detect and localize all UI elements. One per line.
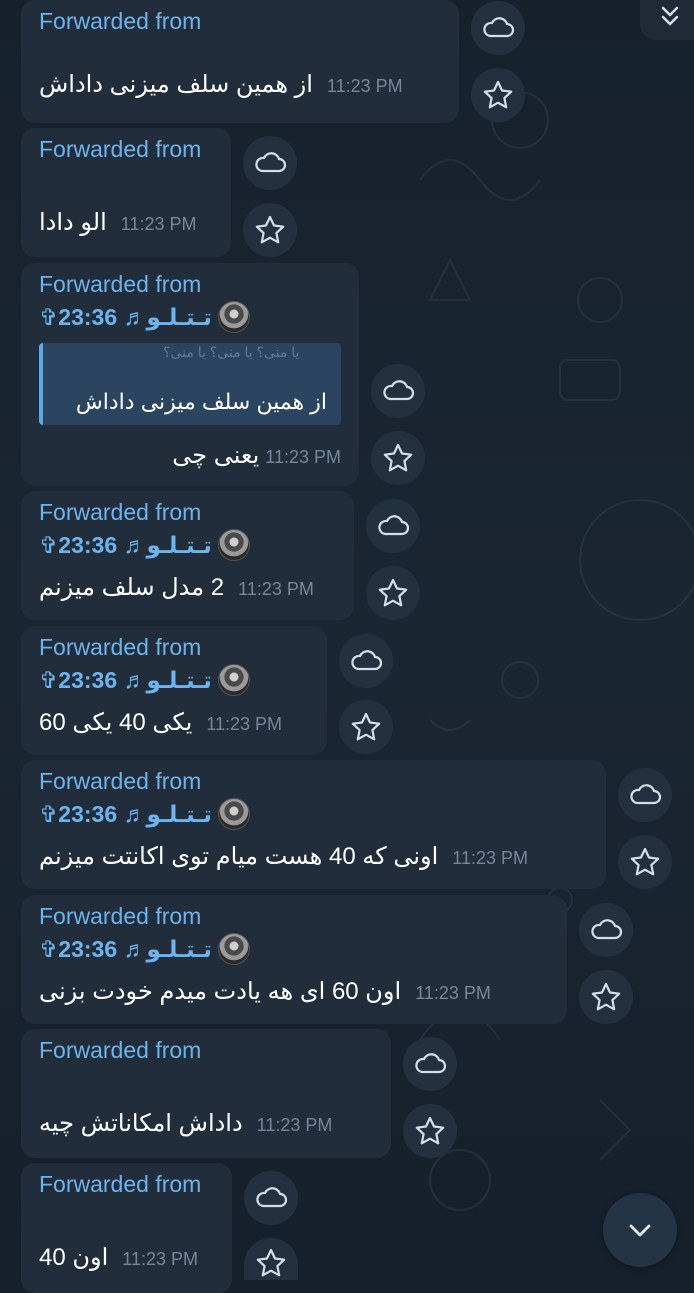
cloud-icon [630,784,662,805]
quote-text: از همین سلف میزنی داداش [75,389,327,414]
message-time: 11:23 PM [265,447,341,467]
author-name: ✞تـتـلـو♬ 23:36 [39,666,212,693]
message-bubble[interactable]: Forwarded from از همین سلف میزنی داداش 1… [21,0,459,123]
quote-pattern: یا منی؟ یا منی؟ یا منی؟ [163,344,300,360]
double-chevron-up-icon [661,6,679,26]
chevron-down-icon [629,1224,651,1237]
cloud-icon [255,152,287,173]
message-time: 11:23 PM [415,983,491,1003]
cloud-icon [383,380,415,401]
message-text: اونی که 40 هست میام توی اکانتت میزنم [39,843,439,870]
favorite-button[interactable] [618,835,672,889]
avatar [217,301,250,333]
avatar [217,664,250,696]
message-time: 11:23 PM [452,848,528,868]
scroll-to-top-button[interactable] [640,0,694,40]
cloud-icon [256,1187,288,1208]
save-to-cloud-button[interactable] [339,634,393,688]
favorite-button[interactable] [244,1238,298,1280]
cloud-icon [351,650,383,671]
favorite-button[interactable] [371,431,425,485]
save-to-cloud-button[interactable] [244,1171,298,1225]
reply-quote[interactable]: یا منی؟ یا منی؟ یا منی؟ از همین سلف میزن… [39,343,341,425]
star-icon [383,443,413,472]
message-time: 11:23 PM [256,1115,333,1135]
message-time: 11:23 PM [122,1249,198,1269]
save-to-cloud-button[interactable] [618,768,672,822]
forwarded-author[interactable]: ✞تـتـلـو♬ 23:36 [39,301,341,333]
cloud-icon [591,919,623,940]
save-to-cloud-button[interactable] [403,1037,457,1091]
forwarded-from-label[interactable]: Forwarded from [39,1169,214,1199]
forwarded-from-label[interactable]: Forwarded from [39,901,549,931]
star-icon [378,578,408,607]
message-text: الو دادا [39,209,107,236]
forwarded-from-label[interactable]: Forwarded from [39,1035,373,1065]
forwarded-from-label[interactable]: Forwarded from [39,497,336,527]
avatar [217,933,250,965]
message-bubble[interactable]: Forwarded from ✞تـتـلـو♬ 23:36 2 مدل سلف… [21,491,354,620]
message-time: 11:23 PM [238,579,314,599]
forwarded-author[interactable]: ✞تـتـلـو♬ 23:36 [39,529,336,561]
favorite-button[interactable] [366,566,420,620]
favorite-button[interactable] [579,970,633,1024]
message-bubble[interactable]: Forwarded from ✞تـتـلـو♬ 23:36 اون 60 ای… [21,895,567,1024]
favorite-button[interactable] [339,700,393,754]
author-name: ✞تـتـلـو♬ 23:36 [39,800,212,827]
save-to-cloud-button[interactable] [471,1,525,55]
favorite-button[interactable] [471,68,525,122]
message-bubble[interactable]: Forwarded from ✞تـتـلـو♬ 23:36 یا منی؟ ی… [21,263,359,486]
message-bubble[interactable]: Forwarded from الو دادا 11:23 PM [21,128,231,257]
message-time: 11:23 PM [206,714,283,734]
message-text: یکی 40 یکی 60 [39,709,193,736]
save-to-cloud-button[interactable] [371,364,425,418]
message-text: از همین سلف میزنی داداش [39,71,313,98]
message-bubble[interactable]: Forwarded from اون 40 11:23 PM [21,1163,232,1293]
star-icon [591,982,621,1011]
message-bubble[interactable]: Forwarded from ✞تـتـلـو♬ 23:36 اونی که 4… [21,760,606,889]
message-bubble[interactable]: Forwarded from داداش امکاناتش چیه 11:23 … [21,1029,391,1158]
star-icon [415,1116,445,1145]
avatar [217,529,250,561]
message-time: 11:23 PM [326,76,403,96]
author-name: ✞تـتـلـو♬ 23:36 [39,935,212,962]
star-icon [630,847,660,876]
author-name: ✞تـتـلـو♬ 23:36 [39,531,212,558]
author-name: ✞تـتـلـو♬ 23:36 [39,303,212,330]
forwarded-from-label[interactable]: Forwarded from [39,269,341,299]
message-time: 11:23 PM [120,214,197,234]
forwarded-author[interactable]: ✞تـتـلـو♬ 23:36 [39,933,549,965]
cloud-icon [378,515,410,536]
forwarded-from-label[interactable]: Forwarded from [39,6,441,36]
favorite-button[interactable] [243,203,297,257]
cloud-icon [483,17,515,38]
star-icon [256,1248,286,1277]
save-to-cloud-button[interactable] [243,136,297,190]
avatar [217,798,250,830]
star-icon [351,712,381,741]
star-icon [483,80,513,109]
forwarded-from-label[interactable]: Forwarded from [39,632,309,662]
message-text: اون 40 [39,1244,109,1271]
forwarded-from-label[interactable]: Forwarded from [39,134,213,164]
message-text: اون 60 ای هه یادت میدم خودت بزنی [39,978,402,1005]
save-to-cloud-button[interactable] [579,903,633,957]
scroll-to-bottom-button[interactable] [603,1193,677,1267]
cloud-icon [415,1053,447,1074]
forwarded-author[interactable]: ✞تـتـلـو♬ 23:36 [39,798,588,830]
message-text: یعنی چی [172,442,260,469]
message-text: 2 مدل سلف میزنم [39,574,225,601]
message-text: داداش امکاناتش چیه [39,1110,243,1137]
message-bubble[interactable]: Forwarded from ✞تـتـلـو♬ 23:36 یکی 40 یک… [21,626,327,755]
favorite-button[interactable] [403,1104,457,1158]
save-to-cloud-button[interactable] [366,499,420,553]
forwarded-from-label[interactable]: Forwarded from [39,766,588,796]
forwarded-author[interactable]: ✞تـتـلـو♬ 23:36 [39,664,309,696]
star-icon [255,215,285,244]
